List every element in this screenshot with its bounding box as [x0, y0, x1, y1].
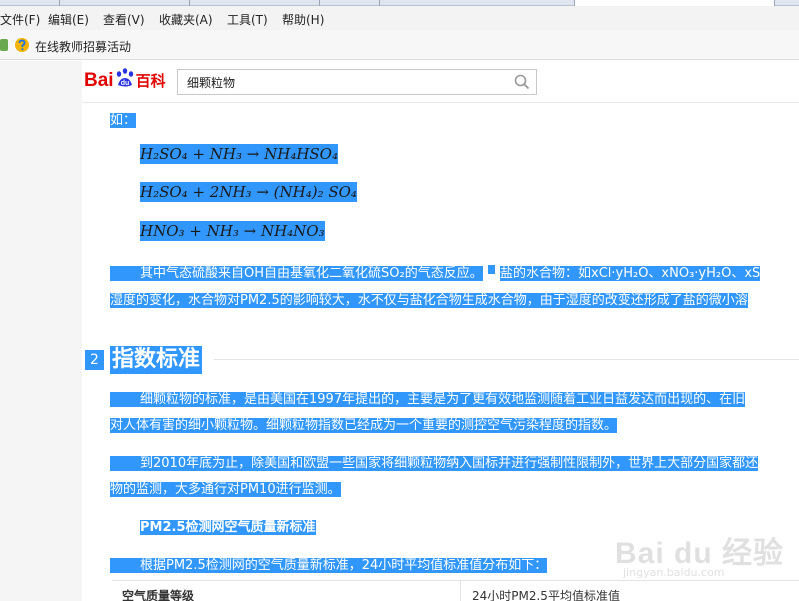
section-divider — [214, 359, 799, 360]
search-input[interactable] — [178, 70, 498, 94]
menu-favorites[interactable]: 收藏夹(A) — [159, 11, 213, 28]
paragraph-text: 如： — [110, 113, 137, 128]
baidu-jingyan-watermark: Bai du 经验 jingyan.baidu.com — [615, 537, 785, 579]
menu-bar: 文件(F) 编辑(E) 查看(V) 收藏夹(A) 工具(T) 帮助(H) — [0, 6, 799, 30]
svg-text:du: du — [120, 80, 129, 87]
paragraph-text: 盐的水合物：如xCl·yH₂O、xNO₃·yH₂O、xS — [500, 266, 761, 281]
paragraph-text: 细颗粒物的标准，是由美国在1997年提出的，主要是为了更有效地监测随着工业日益发… — [110, 392, 746, 407]
paragraph-text: 湿度的变化，水合物对PM2.5的影响较大，水不仅与盐化合物生成水合物，由于湿度的… — [110, 293, 748, 308]
baidu-paw-icon: du — [114, 68, 136, 88]
search-icon[interactable] — [514, 74, 530, 90]
paragraph-text: 物的监测，大多通行对PM10进行监测。 — [110, 482, 341, 497]
left-sidebar — [0, 61, 82, 601]
paragraph-text: 对人体有害的细小颗粒物。细颗粒物指数已经成为一个重要的测控空气污染程度的指数。 — [110, 418, 618, 433]
menu-edit[interactable]: 编辑(E) — [48, 11, 89, 28]
question-mark-icon — [15, 38, 29, 52]
paragraph-text: 到2010年底为止，除美国和欧盟一些国家将细颗粒物纳入国标并进行强制性限制外，世… — [110, 456, 759, 471]
baidu-baike-logo[interactable]: Bai du 百科 — [84, 68, 166, 96]
table-header-cell: 空气质量等级 — [122, 589, 195, 601]
menu-file[interactable]: 文件(F) — [0, 11, 40, 28]
chemical-formula: HNO₃ + NH₃ → NH₄NO₃ — [140, 221, 325, 241]
chemical-formula: H₂SO₄ + 2NH₃ → (NH₄)₂ SO₄ — [140, 182, 357, 202]
chemical-formula: H₂SO₄ + NH₃ → NH₄HSO₄ — [140, 144, 338, 164]
search-box[interactable] — [177, 69, 537, 95]
favorites-bar: 在线教师招募活动 — [0, 30, 799, 60]
baike-header: Bai du 百科 — [82, 61, 799, 103]
sub-heading: PM2.5检测网空气质量新标准 — [140, 520, 316, 535]
section-number: 2 — [82, 350, 104, 370]
paragraph-text: 根据PM2.5检测网的空气质量新标准，24小时平均值标准值分布如下： — [110, 558, 548, 573]
reference-marker[interactable] — [486, 264, 496, 275]
section-title: 指数标准 — [110, 346, 203, 374]
table-divider — [460, 581, 461, 601]
menu-help[interactable]: 帮助(H) — [282, 11, 324, 28]
favorites-link[interactable]: 在线教师招募活动 — [35, 38, 131, 55]
menu-view[interactable]: 查看(V) — [103, 11, 145, 28]
article-content: 如： H₂SO₄ + NH₃ → NH₄HSO₄ H₂SO₄ + 2NH₃ → … — [82, 103, 799, 601]
paragraph-text: 其中气态硫酸来自OH自由基氧化二氧化硫SO₂的气态反应。 — [110, 266, 483, 281]
table-header-cell: 24小时PM2.5平均值标准值 — [472, 589, 620, 601]
menu-tools[interactable]: 工具(T) — [227, 11, 268, 28]
favorites-star-icon[interactable] — [0, 39, 8, 51]
